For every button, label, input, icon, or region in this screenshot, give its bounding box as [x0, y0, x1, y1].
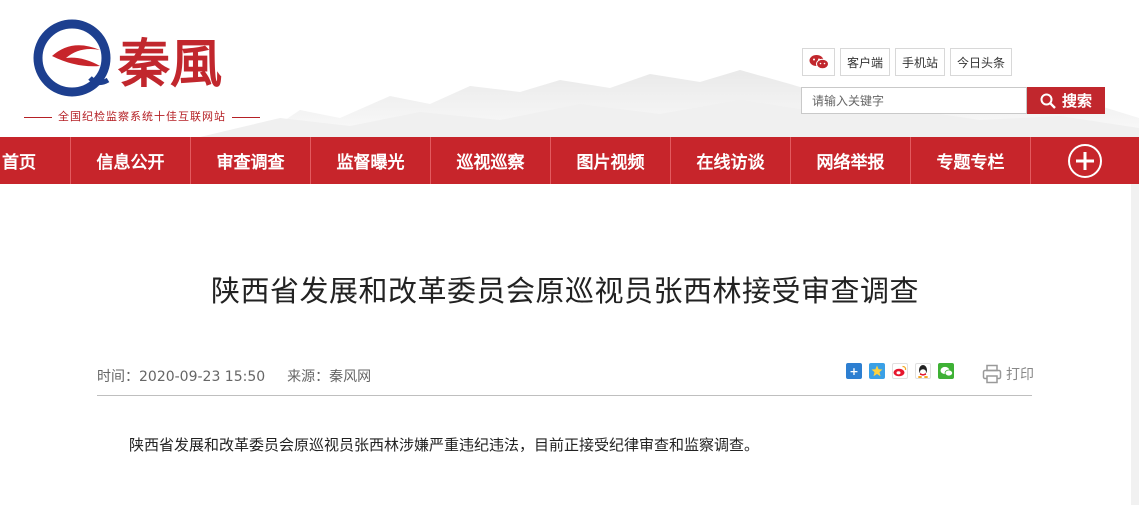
article-meta: 时间：2020-09-23 15:50 来源：秦风网: [97, 366, 371, 386]
page-scrollbar[interactable]: [1131, 184, 1139, 505]
nav-item-special-topics[interactable]: 专题专栏: [911, 137, 1031, 184]
toutiao-link[interactable]: 今日头条: [950, 48, 1013, 76]
printer-icon: [982, 364, 1002, 384]
tagline-dash-right: [232, 116, 260, 118]
print-label: 打印: [1006, 367, 1034, 383]
nav-item-inspection[interactable]: 巡视巡察: [431, 137, 551, 184]
search-bar: 搜索: [801, 87, 1105, 114]
tagline-dash-left: [24, 116, 52, 118]
wechat-share-icon[interactable]: [938, 363, 954, 379]
article-body: 陕西省发展和改革委员会原巡视员张西林涉嫌严重违纪违法，目前正接受纪律审查和监察调…: [129, 436, 760, 454]
nav-more-button[interactable]: [1031, 137, 1138, 184]
logo-text: 秦風: [117, 34, 222, 95]
wechat-link[interactable]: [802, 48, 835, 76]
mobile-site-link[interactable]: 手机站: [895, 48, 946, 76]
share-bar: +: [846, 363, 954, 379]
share-more-icon[interactable]: +: [846, 363, 862, 379]
nav-item-online-interview[interactable]: 在线访谈: [671, 137, 791, 184]
nav-item-home[interactable]: 首页: [0, 137, 71, 184]
qzone-icon[interactable]: [869, 363, 885, 379]
top-links: 客户端 手机站 今日头条: [802, 48, 1013, 76]
publish-time: 时间：2020-09-23 15:50: [97, 369, 266, 385]
article-title: 陕西省发展和改革委员会原巡视员张西林接受审查调查: [210, 274, 919, 308]
tagline-text: 全国纪检监察系统十佳互联网站: [58, 110, 226, 123]
site-header: 秦風 全国纪检监察系统十佳互联网站 客户端 手机站 今日头条 搜索: [0, 0, 1139, 137]
meta-divider: [97, 395, 1032, 396]
article-source: 来源：秦风网: [287, 369, 372, 385]
site-tagline: 全国纪检监察系统十佳互联网站: [18, 108, 266, 124]
plus-icon: [1067, 143, 1102, 178]
nav-item-supervision-exposure[interactable]: 监督曝光: [311, 137, 431, 184]
nav-item-review-investigation[interactable]: 审查调查: [191, 137, 311, 184]
wechat-icon: [809, 55, 829, 70]
search-button-label: 搜索: [1061, 92, 1092, 110]
search-input[interactable]: [801, 87, 1027, 114]
search-icon: [1040, 93, 1056, 109]
weibo-icon[interactable]: [892, 363, 908, 379]
nav-item-info-disclosure[interactable]: 信息公开: [71, 137, 191, 184]
search-button[interactable]: 搜索: [1027, 87, 1105, 114]
main-nav: 首页 信息公开 审查调查 监督曝光 巡视巡察 图片视频 在线访谈 网络举报 专题…: [0, 137, 1139, 184]
print-button[interactable]: 打印: [982, 364, 1034, 384]
nav-item-online-report[interactable]: 网络举报: [791, 137, 911, 184]
nav-item-photo-video[interactable]: 图片视频: [551, 137, 671, 184]
qq-icon[interactable]: [915, 363, 931, 379]
client-app-link[interactable]: 客户端: [840, 48, 891, 76]
qinfeng-logo[interactable]: 秦風: [30, 16, 280, 106]
